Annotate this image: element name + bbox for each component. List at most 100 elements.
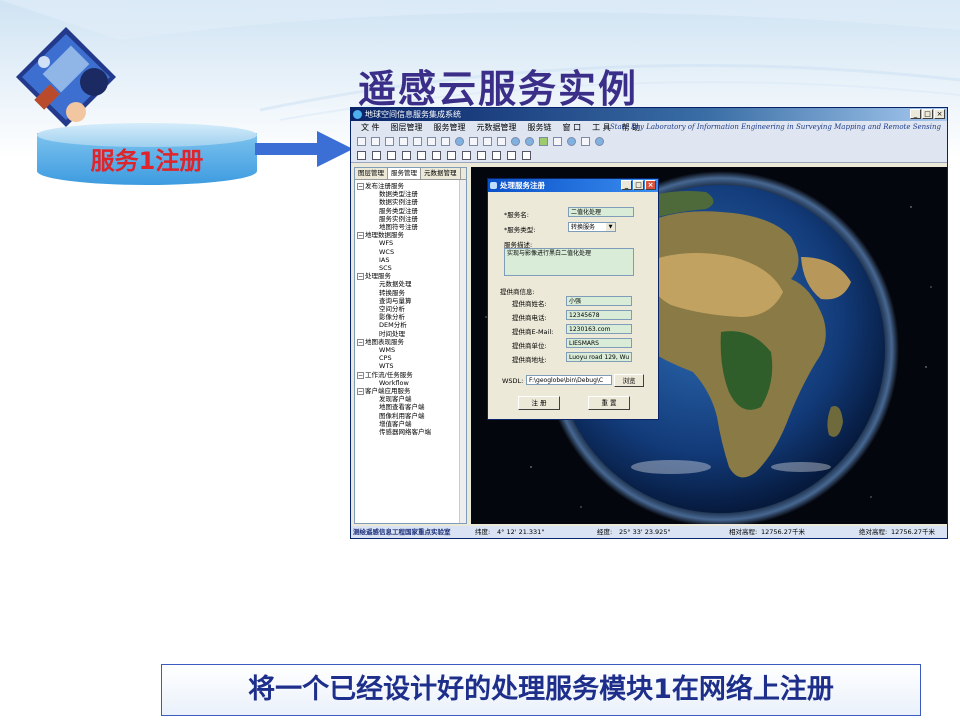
layer-icon[interactable]: [427, 136, 436, 146]
wsdl-field[interactable]: F:\geoglobe\bin\Debug\C: [526, 375, 612, 385]
provider-name-field[interactable]: 小强: [566, 296, 632, 306]
browse-button[interactable]: 浏览: [614, 374, 644, 387]
menu-metadata[interactable]: 元数据管理: [477, 121, 517, 134]
menu-layers[interactable]: 图层管理: [391, 121, 423, 134]
register-button[interactable]: 注 册: [518, 396, 560, 410]
close-button[interactable]: ×: [934, 109, 945, 119]
menu-window[interactable]: 窗 口: [563, 121, 582, 134]
tree-leaf[interactable]: WCS: [357, 248, 466, 256]
edit-icon[interactable]: [413, 136, 422, 146]
tree-leaf[interactable]: 服务实例注册: [357, 215, 466, 223]
tree-leaf[interactable]: Workflow: [357, 379, 466, 387]
tree-leaf[interactable]: 服务类型注册: [357, 207, 466, 215]
zoom-out-icon[interactable]: [432, 150, 441, 160]
minimize-button[interactable]: _: [910, 109, 921, 119]
fit-icon[interactable]: [462, 150, 471, 160]
undo-icon[interactable]: [507, 150, 516, 160]
tree-leaf[interactable]: CPS: [357, 354, 466, 362]
pan-left-icon[interactable]: [357, 150, 366, 160]
settings-icon[interactable]: [595, 136, 604, 146]
pan-up-icon[interactable]: [372, 150, 381, 160]
menu-file[interactable]: 文 件: [361, 121, 380, 134]
tree-leaf[interactable]: WFS: [357, 239, 466, 247]
service-type-select[interactable]: 转换服务 ▼: [568, 222, 616, 232]
provider-phone-field[interactable]: 12345678: [566, 310, 632, 320]
earth-icon[interactable]: [525, 136, 534, 146]
tree-leaf[interactable]: WTS: [357, 362, 466, 370]
reset-button[interactable]: 重 置: [588, 396, 630, 410]
tree-leaf[interactable]: 转换服务: [357, 289, 466, 297]
provider-info-label: 提供商信息:: [500, 288, 535, 296]
toolbar-main: [351, 134, 947, 148]
print-icon[interactable]: [399, 136, 408, 146]
dialog-maximize-button[interactable]: □: [633, 180, 644, 190]
menu-tools[interactable]: 工 具: [592, 121, 611, 134]
query-icon[interactable]: [441, 136, 450, 146]
tree-leaf[interactable]: 图像利用客户端: [357, 412, 466, 420]
status-lon-value: 25° 33' 23.925": [619, 528, 671, 536]
tree-leaf[interactable]: 传感器网络客户端: [357, 428, 466, 436]
tab-layers[interactable]: 图层管理: [355, 168, 388, 179]
dialog-close-button[interactable]: ×: [645, 180, 656, 190]
network-icon[interactable]: [567, 136, 576, 146]
tree-node[interactable]: 处理服务: [357, 272, 466, 281]
tree-node[interactable]: 发布注册服务: [357, 182, 466, 191]
arrow-right-icon: [255, 131, 353, 167]
step-label: 服务1注册: [90, 147, 204, 175]
tool-icon[interactable]: [553, 136, 562, 146]
map-icon[interactable]: [539, 136, 548, 146]
toolbar-navigation: [351, 148, 947, 163]
tree-leaf[interactable]: 增值客户端: [357, 420, 466, 428]
menu-services[interactable]: 服务管理: [434, 121, 466, 134]
provider-org-field[interactable]: LIESMARS: [566, 338, 632, 348]
tree-leaf[interactable]: SCS: [357, 264, 466, 272]
chevron-down-icon[interactable]: [492, 150, 501, 160]
tree-node[interactable]: 客户端应用服务: [357, 387, 466, 396]
pan-down-icon[interactable]: [387, 150, 396, 160]
document-icon[interactable]: [483, 136, 492, 146]
table-icon[interactable]: [469, 136, 478, 146]
tree-leaf[interactable]: 影像分析: [357, 313, 466, 321]
tree-leaf[interactable]: 地图查看客户端: [357, 403, 466, 411]
tree-leaf[interactable]: 空间分析: [357, 305, 466, 313]
redo-icon[interactable]: [522, 150, 531, 160]
copy-icon[interactable]: [497, 136, 506, 146]
zoom-in-icon[interactable]: [417, 150, 426, 160]
tree-leaf[interactable]: 查询与量算: [357, 297, 466, 305]
open-icon[interactable]: [371, 136, 380, 146]
full-extent-icon[interactable]: [447, 150, 456, 160]
panel-tabs: 图层管理 服务管理 元数据管理: [355, 168, 466, 180]
chevron-up-icon[interactable]: [477, 150, 486, 160]
app-title: 地球空间信息服务集成系统: [365, 110, 461, 119]
tree-leaf[interactable]: IAS: [357, 256, 466, 264]
tree-leaf[interactable]: DEM分析: [357, 321, 466, 329]
dialog-title: 处理服务注册: [500, 181, 545, 190]
maximize-button[interactable]: □: [922, 109, 933, 119]
tree-node[interactable]: 地理数据服务: [357, 231, 466, 240]
panel-scrollbar[interactable]: [459, 180, 466, 523]
tree-leaf[interactable]: 时间处理: [357, 330, 466, 338]
tree-leaf[interactable]: 元数据处理: [357, 280, 466, 288]
service-name-field[interactable]: 二值化处理: [568, 207, 634, 217]
save-icon[interactable]: [385, 136, 394, 146]
description-field[interactable]: 实现与影像进行黑白二值化处理: [504, 248, 634, 276]
menu-service-chain[interactable]: 服务链: [528, 121, 552, 134]
refresh-icon[interactable]: [455, 136, 464, 146]
dialog-titlebar: 处理服务注册 _ □ ×: [488, 179, 658, 192]
tree-leaf[interactable]: 数据实例注册: [357, 198, 466, 206]
chain-icon[interactable]: [581, 136, 590, 146]
tree-leaf[interactable]: WMS: [357, 346, 466, 354]
service-type-value: 转换服务: [571, 224, 596, 231]
tab-services[interactable]: 服务管理: [388, 168, 421, 179]
tree-leaf[interactable]: 地图符号注册: [357, 223, 466, 231]
tree-node[interactable]: 地图表现服务: [357, 338, 466, 347]
tree-node[interactable]: 工作流/任务服务: [357, 371, 466, 379]
new-icon[interactable]: [357, 136, 366, 146]
pan-right-icon[interactable]: [402, 150, 411, 160]
provider-address-label: 提供商地址:: [512, 356, 547, 364]
globe-icon[interactable]: [511, 136, 520, 146]
provider-email-field[interactable]: 1230163.com: [566, 324, 632, 334]
dialog-minimize-button[interactable]: _: [621, 180, 632, 190]
tab-metadata[interactable]: 元数据管理: [421, 168, 461, 179]
provider-address-field[interactable]: Luoyu road 129, Wu: [566, 352, 632, 362]
